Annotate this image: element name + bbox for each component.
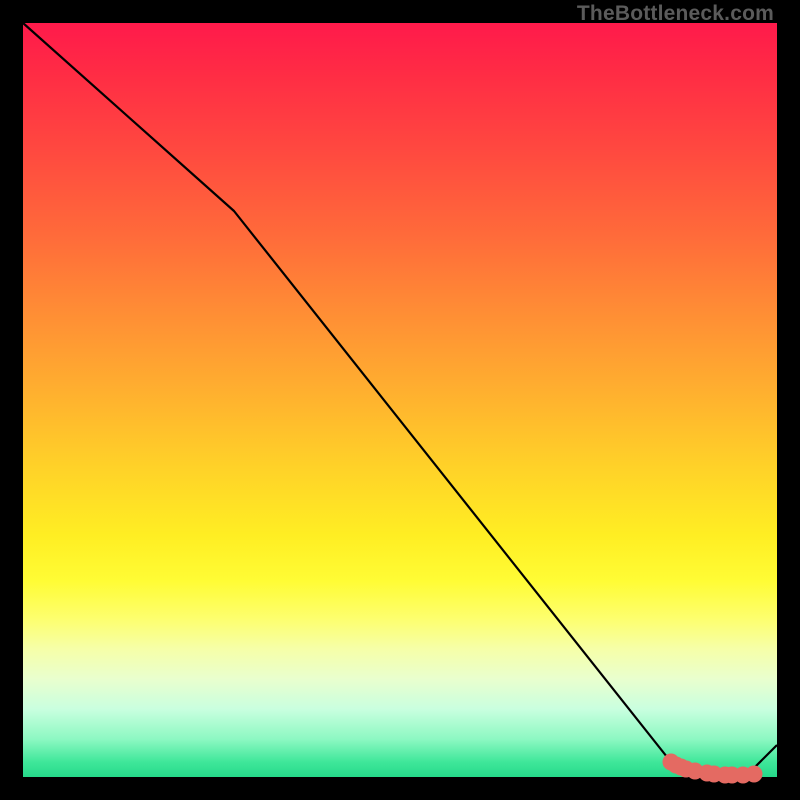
chart-frame: TheBottleneck.com [0,0,800,800]
curve-main [23,23,777,775]
curve-highlight [667,758,759,780]
bottleneck-curve [23,23,777,777]
plot-area [23,23,777,777]
watermark-text: TheBottleneck.com [577,2,774,26]
